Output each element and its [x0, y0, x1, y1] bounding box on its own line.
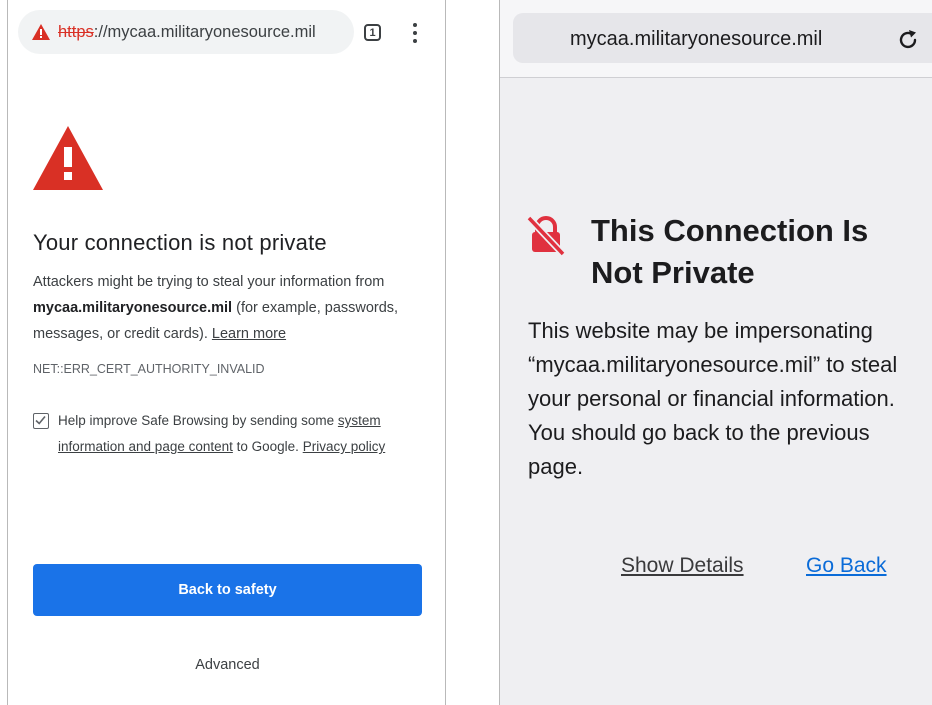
- reload-icon[interactable]: [896, 28, 920, 52]
- safe-browsing-checkbox[interactable]: [33, 413, 49, 429]
- go-back-button[interactable]: Go Back: [806, 554, 887, 578]
- address-bar[interactable]: https://mycaa.militaryonesource.mil: [18, 10, 354, 54]
- chrome-warning-screen: https://mycaa.militaryonesource.mil 1 Yo…: [7, 0, 446, 705]
- warning-triangle-icon: [32, 24, 50, 40]
- back-to-safety-button[interactable]: Back to safety: [33, 564, 422, 616]
- safari-warning-screen: mycaa.militaryonesource.mil This Connect…: [499, 0, 932, 705]
- learn-more-link[interactable]: Learn more: [212, 326, 286, 342]
- privacy-policy-link[interactable]: Privacy policy: [303, 439, 386, 454]
- lock-slash-icon: [526, 215, 566, 256]
- page-title: This Connection Is Not Private: [591, 213, 869, 290]
- tab-switcher-icon[interactable]: 1: [364, 24, 381, 41]
- error-code: NET::ERR_CERT_AUTHORITY_INVALID: [33, 362, 265, 376]
- checkbox-checked-icon: [35, 415, 46, 425]
- description-lead: Attackers might be trying to steal your …: [33, 274, 385, 290]
- safe-browsing-text: Help improve Safe Browsing by sending so…: [58, 408, 428, 460]
- url-scheme: https: [58, 22, 94, 41]
- safe-browsing-lead: Help improve Safe Browsing by sending so…: [58, 413, 335, 428]
- safari-toolbar: mycaa.militaryonesource.mil: [500, 0, 932, 78]
- tab-count: 1: [369, 26, 376, 39]
- warning-description: This website may be impersonating “mycaa…: [528, 318, 898, 479]
- url-host: ://mycaa.militaryonesource.mil: [93, 22, 316, 41]
- advanced-button[interactable]: Advanced: [33, 650, 422, 680]
- kebab-menu-icon[interactable]: [412, 23, 418, 43]
- safe-browsing-mid: to Google.: [236, 439, 299, 454]
- page-title: Your connection is not private: [33, 230, 327, 255]
- warning-triangle-icon: [33, 126, 103, 190]
- warning-description: Attackers might be trying to steal your …: [33, 269, 423, 347]
- description-domain: mycaa.militaryonesource.mil: [33, 300, 233, 316]
- url-text[interactable]: mycaa.militaryonesource.mil: [570, 28, 822, 51]
- show-details-button[interactable]: Show Details: [621, 554, 744, 578]
- url-text: https://mycaa.militaryonesource.mil: [58, 23, 316, 42]
